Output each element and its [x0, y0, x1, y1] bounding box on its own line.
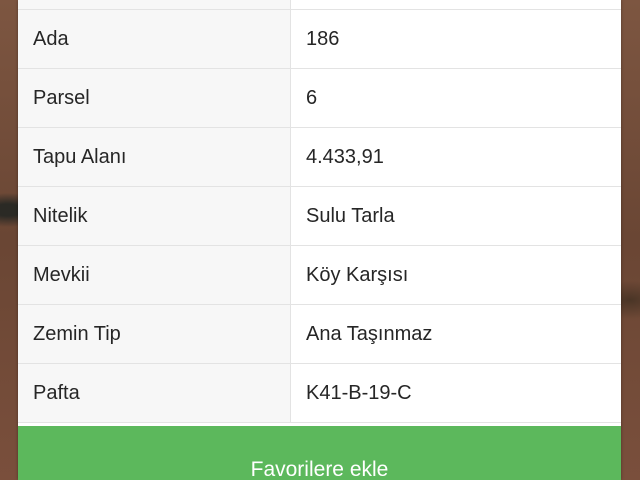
table-row: Parsel 6: [18, 68, 621, 128]
table-row: Tapu Alanı 4.433,91: [18, 127, 621, 187]
table-row-partial: [18, 0, 621, 10]
parcel-info-panel: Ada 186 Parsel 6 Tapu Alanı 4.433,91 Nit…: [18, 0, 621, 480]
row-value-pafta: K41-B-19-C: [290, 363, 621, 423]
row-value-parsel: 6: [290, 68, 621, 128]
table-row: Mevkii Köy Karşısı: [18, 245, 621, 305]
cell-key-partial: [18, 0, 291, 10]
row-label-tapu-alani: Tapu Alanı: [18, 127, 291, 187]
row-label-nitelik: Nitelik: [18, 186, 291, 246]
add-to-favorites-button[interactable]: Favorilere ekle: [18, 426, 621, 480]
table-row: Pafta K41-B-19-C: [18, 363, 621, 423]
row-label-zemin-tip: Zemin Tip: [18, 304, 291, 364]
row-value-ada: 186: [290, 9, 621, 69]
row-value-nitelik: Sulu Tarla: [290, 186, 621, 246]
row-value-tapu-alani: 4.433,91: [290, 127, 621, 187]
parcel-details-table: Ada 186 Parsel 6 Tapu Alanı 4.433,91 Nit…: [18, 0, 621, 423]
row-label-ada: Ada: [18, 9, 291, 69]
row-value-mevkii: Köy Karşısı: [290, 245, 621, 305]
row-value-zemin-tip: Ana Taşınmaz: [290, 304, 621, 364]
row-label-pafta: Pafta: [18, 363, 291, 423]
table-row: Nitelik Sulu Tarla: [18, 186, 621, 246]
table-row: Zemin Tip Ana Taşınmaz: [18, 304, 621, 364]
table-row: Ada 186: [18, 9, 621, 69]
row-label-mevkii: Mevkii: [18, 245, 291, 305]
row-label-parsel: Parsel: [18, 68, 291, 128]
add-to-favorites-label: Favorilere ekle: [250, 458, 389, 480]
cell-value-partial: [290, 0, 621, 10]
